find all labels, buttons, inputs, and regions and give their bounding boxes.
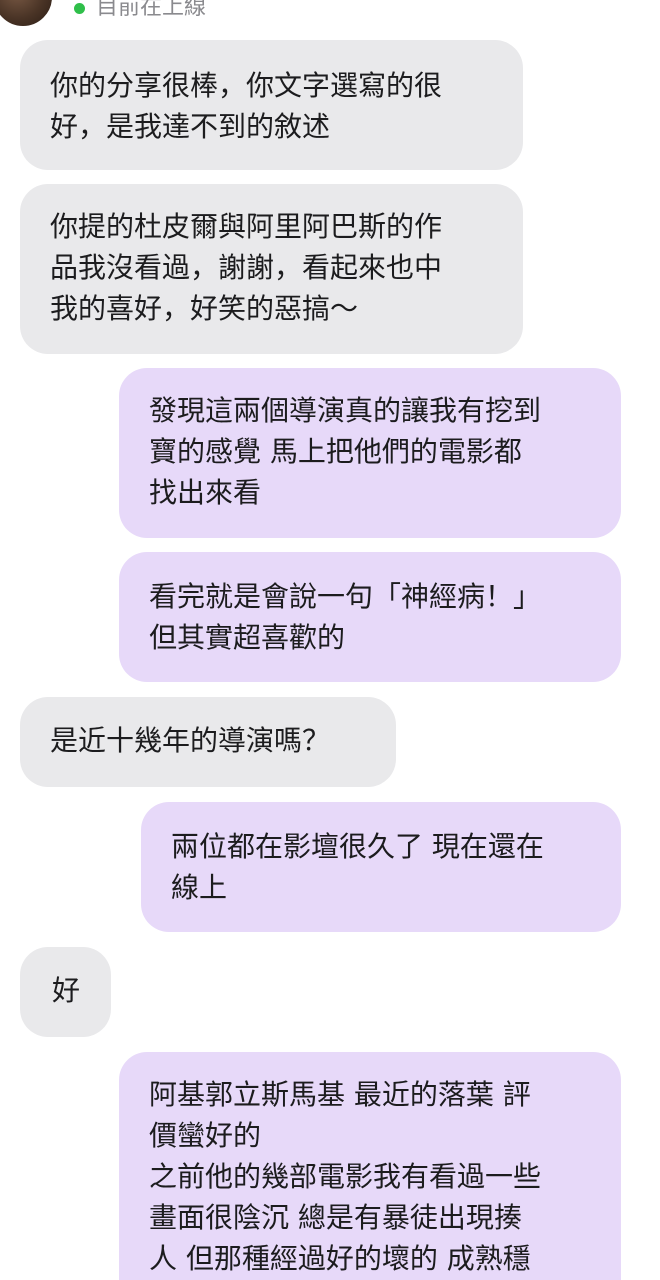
message-bubble-sent[interactable]: 發現這兩個導演真的讓我有挖到 寶的感覺 馬上把他們的電影都 找出來看 (119, 368, 621, 538)
chat-screen: 目前在上線 你的分享很棒，你文字選寫的很 好，是我達不到的敘述 你提的杜皮爾與阿… (0, 0, 660, 1280)
message-bubble-sent[interactable]: 看完就是會說一句「神經病！」 但其實超喜歡的 (119, 552, 621, 682)
contact-avatar[interactable] (0, 0, 54, 28)
message-bubble-received[interactable]: 好 (20, 947, 111, 1037)
message-bubble-sent[interactable]: 阿基郭立斯馬基 最近的落葉 評 價蠻好的 之前他的幾部電影我有看過一些 畫面很陰… (119, 1052, 621, 1280)
online-status-dot (74, 3, 85, 14)
message-bubble-sent[interactable]: 兩位都在影壇很久了 現在還在 線上 (141, 802, 621, 932)
message-bubble-received[interactable]: 是近十幾年的導演嗎？ (20, 697, 396, 787)
message-bubble-received[interactable]: 你的分享很棒，你文字選寫的很 好，是我達不到的敘述 (20, 40, 523, 170)
message-bubble-received[interactable]: 你提的杜皮爾與阿里阿巴斯的作 品我沒看過，謝謝，看起來也中 我的喜好，好笑的惡搞… (20, 184, 523, 354)
online-status-text: 目前在上線 (96, 0, 207, 20)
